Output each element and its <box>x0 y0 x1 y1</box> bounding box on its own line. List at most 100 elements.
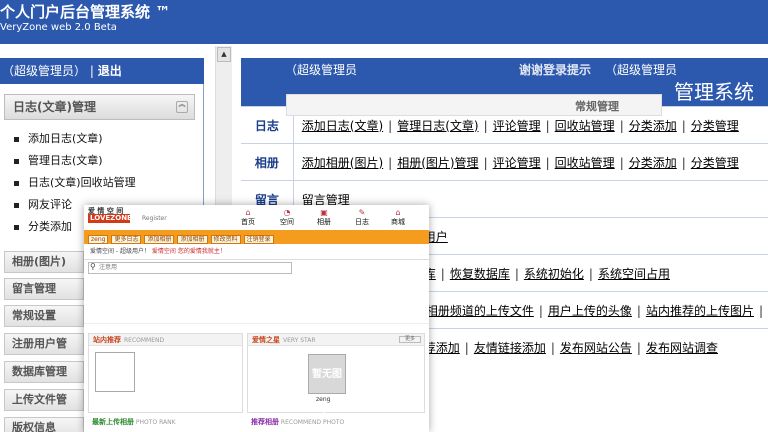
link-album-recycle[interactable]: 回收站管理 <box>555 156 615 170</box>
link-log-category-manage[interactable]: 分类管理 <box>691 119 739 133</box>
app-title-text: 个人门户后台管理系统 <box>0 3 151 21</box>
site-nav-label: 首页 <box>241 218 255 226</box>
box-title: 站内推荐 <box>93 336 121 344</box>
separator: | <box>89 64 94 78</box>
site-star-name[interactable]: zeng <box>316 396 330 403</box>
site-search-row: 注意用 <box>84 260 429 276</box>
link-log-comments[interactable]: 评论管理 <box>493 119 541 133</box>
menu-general-settings[interactable]: 常规设置 <box>4 305 84 327</box>
site-nav-label: 相册 <box>317 218 331 226</box>
site-box-header: 站内推荐 RECOMMEND <box>89 334 242 346</box>
site-nav-label: 空间 <box>280 218 294 226</box>
link-friend-links-add[interactable]: 友情链接添加 <box>474 341 546 355</box>
box-title: 爱情之星 <box>252 336 280 344</box>
trademark: ™ <box>155 3 171 21</box>
site-logout[interactable]: 注销登录 <box>243 235 274 244</box>
site-nav-photo[interactable]: ▣ 相册 <box>310 209 338 227</box>
row-links-album: 添加相册(图片) | 相册(图片)管理 | 评论管理 | 回收站管理 | 分类添加 | 分类管理 <box>293 143 768 181</box>
site-box-latest-albums: 最新上传相册 PHOTO RANK <box>88 416 243 428</box>
website-preview-overlay: 爱 情 空 间 LOVEZONE Register ⌂ 首页 ◔ 空间 ▣ 相册 ✎ 日… <box>84 205 429 432</box>
link-album-category-add[interactable]: 分类添加 <box>629 156 677 170</box>
photo-icon: ▣ <box>320 208 328 217</box>
menu-section-header[interactable]: 日志(文章)管理 ︽ <box>4 94 195 120</box>
link-album-category-manage[interactable]: 分类管理 <box>691 156 739 170</box>
site-msg-left: 爱情空间 - 超级用户！ <box>90 248 150 255</box>
site-nav-space[interactable]: ◔ 空间 <box>273 209 301 227</box>
logout-link[interactable]: 退出 <box>98 64 122 78</box>
left-user-bar: （超级管理员） | 退出 <box>0 58 204 84</box>
link-publish-survey[interactable]: 发布网站调查 <box>646 341 718 355</box>
menu-section-title: 日志(文章)管理 <box>13 100 96 114</box>
site-user-link[interactable]: zeng <box>88 235 109 244</box>
menu-guestbook[interactable]: 留言管理 <box>4 278 84 300</box>
app-title: 个人门户后台管理系统 ™ <box>0 1 170 22</box>
menu-registered-users[interactable]: 注册用户管 <box>4 333 84 355</box>
site-box-header: 爱情之星 VERY STAR 更多 <box>248 334 424 346</box>
menu-item-add-log[interactable]: 添加日志(文章) <box>14 128 203 150</box>
link-restore-database[interactable]: 恢复数据库 <box>450 267 510 281</box>
right-title-fragment: 管理系统 <box>674 80 754 104</box>
menu-album[interactable]: 相册(图片) <box>4 251 84 273</box>
box-title: 推荐相册 <box>251 418 279 426</box>
site-search-input[interactable]: 注意用 <box>88 262 292 274</box>
link-space-usage[interactable]: 系统空间占用 <box>598 267 670 281</box>
right-user-label: （超级管理员 <box>285 63 358 77</box>
row-key-album: 相册 <box>241 143 294 181</box>
link-user-avatars[interactable]: 用户上传的头像 <box>548 304 632 318</box>
site-msg-mid[interactable]: 爱情空间 <box>152 248 176 255</box>
link-system-init[interactable]: 系统初始化 <box>524 267 584 281</box>
link-log-category-add[interactable]: 分类添加 <box>629 119 677 133</box>
link-manage-album[interactable]: 相册(图片)管理 <box>397 156 478 170</box>
site-topbar: 爱 情 空 间 LOVEZONE Register ⌂ 首页 ◔ 空间 ▣ 相册 ✎ 日… <box>84 205 429 230</box>
site-box-star: 爱情之星 VERY STAR 更多 暂无图片 zeng <box>247 333 425 420</box>
link-add-album[interactable]: 添加相册(图片) <box>302 156 383 170</box>
link-album-uploads[interactable]: 相册频道的上传文件 <box>426 304 534 318</box>
site-more-logs[interactable]: 更多日志 <box>111 235 142 244</box>
link-album-comments[interactable]: 评论管理 <box>493 156 541 170</box>
box-title-en: RECOMMEND <box>124 337 165 344</box>
site-nav-label: 商城 <box>391 218 405 226</box>
site-add-album[interactable]: 添加相册 <box>144 235 175 244</box>
home-icon: ⌂ <box>245 208 251 217</box>
link-recommended-uploads[interactable]: 站内推荐的上传图片 <box>646 304 754 318</box>
site-star-photo[interactable]: 暂无图片 <box>308 354 346 420</box>
site-logo-register: Register <box>142 215 167 222</box>
site-nav-shop[interactable]: ⌂ 商城 <box>384 209 412 227</box>
right-user-label-2: （超级管理员 <box>605 63 678 77</box>
app-header: 个人门户后台管理系统 ™ VeryZone web 2.0 Beta <box>0 0 768 44</box>
site-box-recommend: 站内推荐 RECOMMEND <box>88 333 243 413</box>
site-add-album-2[interactable]: 添加相册 <box>177 235 208 244</box>
menu-copyright[interactable]: 版权信息 <box>4 417 84 432</box>
collapse-icon[interactable]: ︽ <box>176 101 188 113</box>
box-title-en: RECOMMEND PHOTO <box>280 419 345 426</box>
tooltip-text: 常规管理 <box>575 100 619 113</box>
tooltip-overlay: 常规管理 <box>286 94 662 116</box>
box-title-en: PHOTO RANK <box>135 419 176 426</box>
more-button[interactable]: 更多 <box>399 336 421 343</box>
link-add-log[interactable]: 添加日志(文章) <box>302 119 383 133</box>
site-user-toolbar: zeng 更多日志 添加相册 添加相册 修改资料 注销登录 <box>84 230 429 244</box>
site-edit-profile[interactable]: 修改资料 <box>210 235 241 244</box>
box-title-en: VERY STAR <box>283 337 316 344</box>
link-manage-log[interactable]: 管理日志(文章) <box>397 119 478 133</box>
user-role-label: （超级管理员） <box>2 64 87 78</box>
link-publish-notice[interactable]: 发布网站公告 <box>560 341 632 355</box>
site-message-row: 爱情空间 - 超级用户！ 爱情空间 您的爱情我就主！ <box>84 244 429 260</box>
link-log-recycle[interactable]: 回收站管理 <box>555 119 615 133</box>
scroll-up-icon[interactable]: ▲ <box>217 47 231 62</box>
site-logo: LOVEZONE <box>88 214 132 223</box>
menu-item-log-recycle[interactable]: 日志(文章)回收站管理 <box>14 172 203 194</box>
site-nav-blog[interactable]: ✎ 日志 <box>348 209 376 227</box>
site-nav-home[interactable]: ⌂ 首页 <box>234 209 262 227</box>
site-banner-area <box>84 276 429 324</box>
space-icon: ◔ <box>283 208 291 217</box>
menu-item-manage-log[interactable]: 管理日志(文章) <box>14 150 203 172</box>
menu-uploaded-files[interactable]: 上传文件管 <box>4 389 84 411</box>
table-row: 相册 添加相册(图片) | 相册(图片)管理 | 评论管理 | 回收站管理 | 分类添加 | 分类管… <box>241 143 768 181</box>
app-subtitle: VeryZone web 2.0 Beta <box>0 22 117 33</box>
shop-icon: ⌂ <box>395 208 401 217</box>
ghost-login-text: 谢谢登录提示 <box>519 63 592 77</box>
box-title: 最新上传相册 <box>92 418 134 426</box>
menu-database[interactable]: 数据库管理 <box>4 361 84 383</box>
site-recommend-photo[interactable] <box>95 352 135 392</box>
